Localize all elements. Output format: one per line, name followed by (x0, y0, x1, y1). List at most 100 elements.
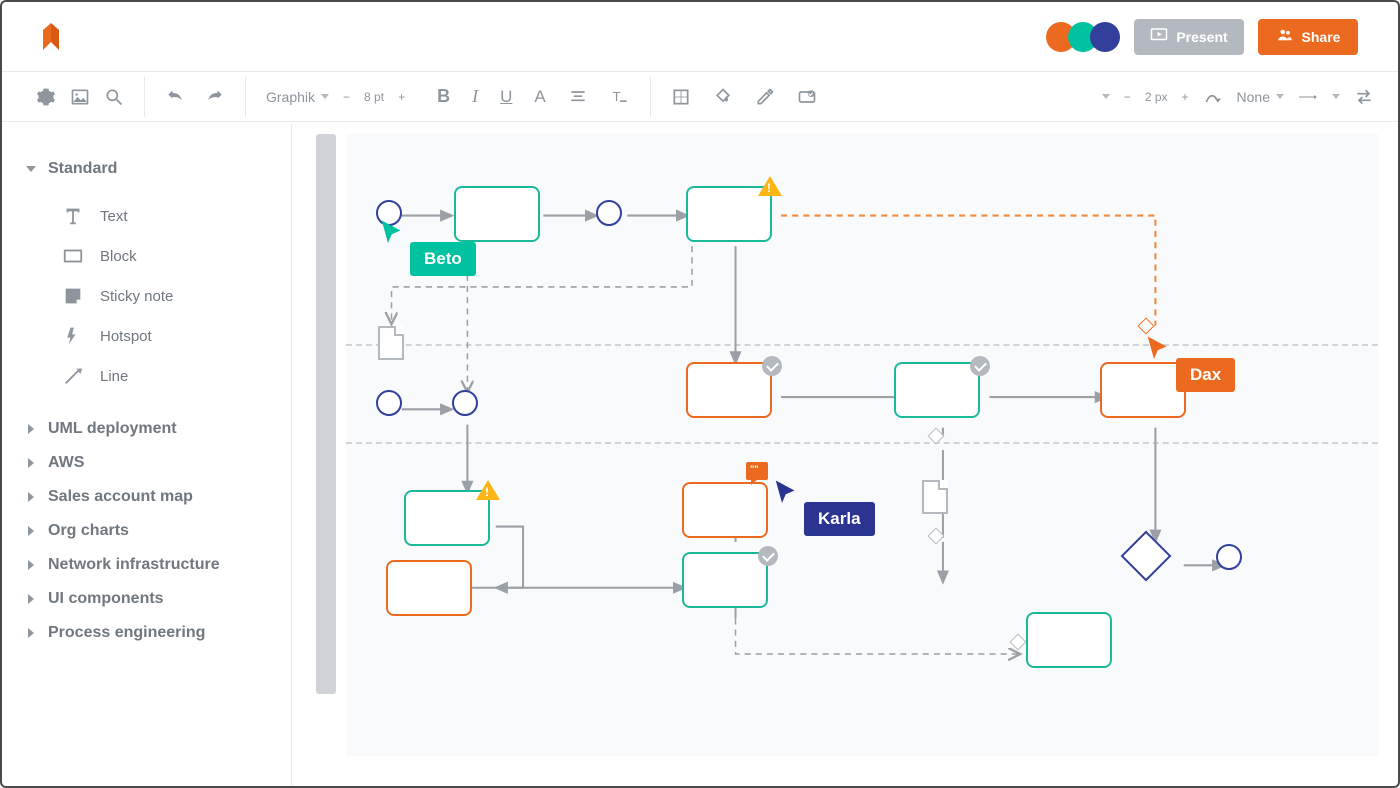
bpmn-gateway[interactable] (1121, 531, 1172, 582)
sticky-note-icon (62, 285, 84, 307)
bpmn-event[interactable] (452, 390, 478, 416)
shape-library-sidebar: Standard Text Block Sticky note (2, 124, 292, 786)
canvas[interactable]: "" Beto Karla (292, 124, 1398, 786)
bpmn-event[interactable] (596, 200, 622, 226)
sidebar-section-network[interactable]: Network infrastructure (26, 548, 271, 582)
font-increase-button[interactable]: + (398, 90, 405, 104)
sidebar-item-label: Sticky note (100, 288, 173, 305)
collaborator-avatars[interactable] (1054, 22, 1120, 52)
collaborator-name: Karla (804, 502, 875, 536)
present-button[interactable]: Present (1134, 19, 1244, 55)
gateway-shape[interactable] (1010, 634, 1027, 651)
sidebar-section-label: UML deployment (48, 420, 177, 438)
vertical-ruler (316, 134, 336, 694)
comment-badge-icon[interactable]: "" (746, 462, 768, 480)
font-size-value: 8 pt (364, 90, 384, 104)
gateway-shape[interactable] (1138, 318, 1155, 335)
sidebar-item-line[interactable]: Line (62, 356, 271, 396)
chevron-right-icon (28, 424, 34, 434)
sidebar-item-label: Text (100, 208, 128, 225)
image-icon[interactable] (70, 87, 90, 107)
sidebar-item-block[interactable]: Block (62, 236, 271, 276)
sidebar-section-aws[interactable]: AWS (26, 446, 271, 480)
bpmn-task[interactable] (894, 362, 980, 418)
share-button[interactable]: Share (1258, 19, 1358, 55)
line-end-icon[interactable] (1203, 87, 1223, 107)
fill-icon[interactable] (713, 87, 733, 107)
bpmn-task[interactable] (682, 552, 768, 608)
sidebar-section-process[interactable]: Process engineering (26, 616, 271, 650)
arrow-type-icon[interactable] (1298, 87, 1318, 107)
collaborator-name: Dax (1176, 358, 1235, 392)
present-label: Present (1176, 29, 1227, 45)
align-icon[interactable] (568, 87, 588, 107)
sidebar-item-label: Hotspot (100, 328, 152, 345)
eyedropper-icon[interactable] (755, 87, 775, 107)
bpmn-task[interactable] (682, 482, 768, 538)
sidebar-section-org[interactable]: Org charts (26, 514, 271, 548)
document-shape[interactable] (378, 326, 404, 360)
font-family-select[interactable]: Graphik (266, 89, 329, 105)
svg-text:T: T (612, 89, 620, 104)
collaborator-cursor: Dax (1144, 334, 1235, 392)
avatar[interactable] (1090, 22, 1120, 52)
text-icon (62, 205, 84, 227)
sidebar-section-sales[interactable]: Sales account map (26, 480, 271, 514)
chevron-right-icon (28, 628, 34, 638)
sidebar-section-uicomp[interactable]: UI components (26, 582, 271, 616)
underline-icon[interactable]: U (500, 87, 512, 107)
font-decrease-button[interactable]: − (343, 90, 350, 104)
sidebar-section-uml[interactable]: UML deployment (26, 412, 271, 446)
line-style-select[interactable]: None (1237, 89, 1284, 105)
toolbar: Graphik − 8 pt + B I U A T − 2 px + (2, 72, 1398, 122)
chevron-down-icon (1276, 94, 1284, 99)
bpmn-task[interactable] (1026, 612, 1112, 668)
bpmn-task[interactable] (686, 362, 772, 418)
bpmn-end-event[interactable] (1216, 544, 1242, 570)
cursor-icon (772, 478, 802, 513)
app-logo-icon (42, 22, 60, 52)
stroke-increase-button[interactable]: + (1182, 90, 1189, 104)
collaborator-name: Beto (410, 242, 476, 276)
bpmn-task[interactable] (386, 560, 472, 616)
chevron-down-icon[interactable] (1332, 94, 1340, 99)
font-family-label: Graphik (266, 89, 315, 105)
share-label: Share (1302, 29, 1341, 45)
chevron-right-icon (28, 594, 34, 604)
bold-icon[interactable]: B (437, 86, 450, 107)
warning-badge-icon (758, 176, 782, 196)
chevron-right-icon (28, 492, 34, 502)
sidebar-item-hotspot[interactable]: Hotspot (62, 316, 271, 356)
gateway-shape[interactable] (928, 528, 945, 545)
chevron-down-icon (321, 94, 329, 99)
style-icon[interactable] (797, 87, 817, 107)
stroke-decrease-button[interactable]: − (1124, 90, 1131, 104)
sidebar-section-label: Network infrastructure (48, 556, 220, 574)
sidebar-section-standard[interactable]: Standard (26, 152, 271, 186)
chevron-down-icon[interactable] (1102, 94, 1110, 99)
chevron-right-icon (28, 526, 34, 536)
sidebar-section-label: UI components (48, 590, 164, 608)
swap-icon[interactable] (1354, 87, 1374, 107)
check-badge-icon (758, 546, 778, 566)
settings-icon[interactable] (36, 87, 56, 107)
cursor-icon (378, 218, 408, 253)
chevron-right-icon (28, 458, 34, 468)
sidebar-section-label: Process engineering (48, 624, 205, 642)
search-icon[interactable] (104, 87, 124, 107)
chevron-down-icon (26, 166, 36, 172)
bpmn-event[interactable] (376, 390, 402, 416)
chevron-right-icon (28, 560, 34, 570)
redo-icon[interactable] (205, 87, 225, 107)
document-shape[interactable] (922, 480, 948, 514)
undo-icon[interactable] (165, 87, 185, 107)
border-icon[interactable] (671, 87, 691, 107)
italic-icon[interactable]: I (472, 86, 478, 107)
swim-lane-divider (346, 442, 1378, 444)
sidebar-item-sticky-note[interactable]: Sticky note (62, 276, 271, 316)
clear-format-icon[interactable]: T (610, 87, 630, 107)
warning-badge-icon (476, 480, 500, 500)
line-style-label: None (1237, 89, 1270, 105)
sidebar-item-text[interactable]: Text (62, 196, 271, 236)
text-color-icon[interactable]: A (534, 87, 545, 107)
